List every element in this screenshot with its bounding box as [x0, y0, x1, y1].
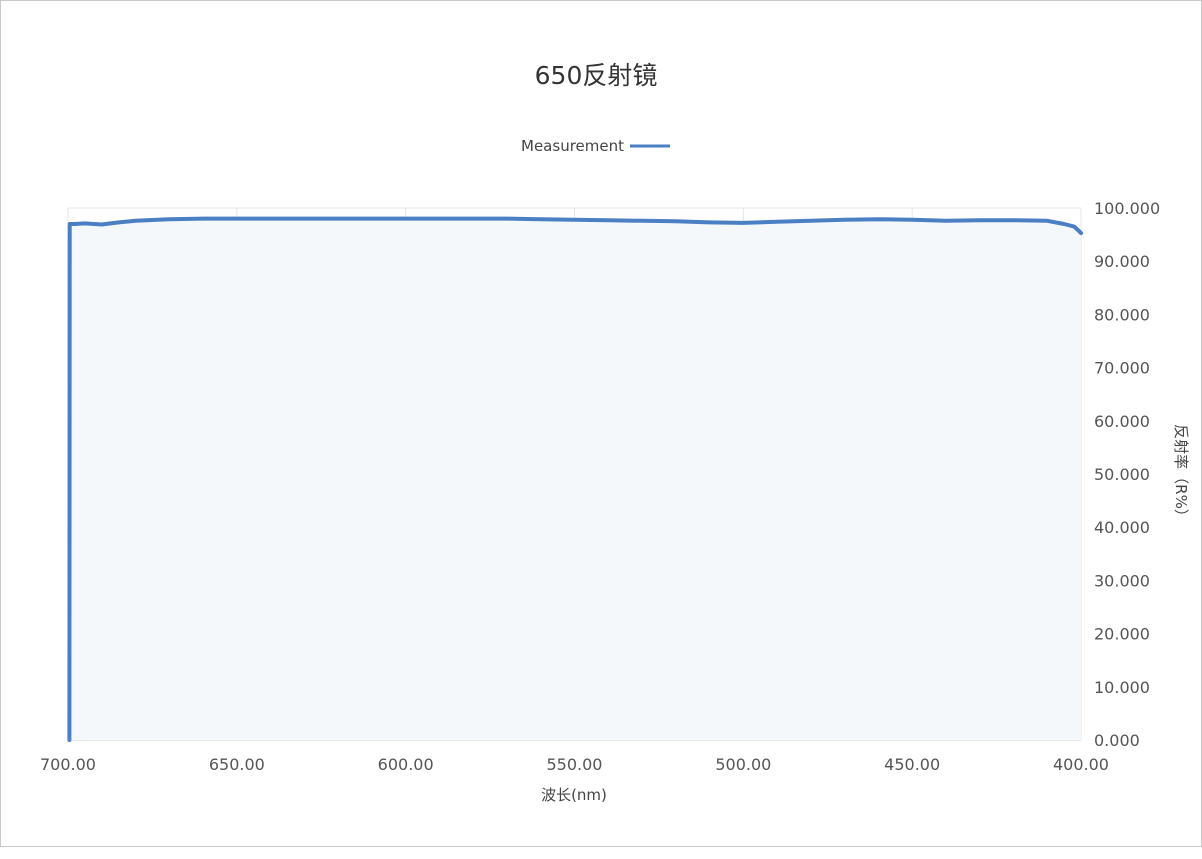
x-axis-label: 波长(nm) [541, 786, 607, 804]
x-tick-label: 600.00 [378, 755, 434, 774]
x-axis-ticks: 400.00 450.00 500.00 550.00 600.00 650.00 700.… [40, 755, 1109, 774]
y-tick-label: 0.000 [1094, 731, 1140, 750]
y-tick-label: 90.000 [1094, 252, 1150, 271]
x-tick-label: 550.00 [547, 755, 603, 774]
y-tick-label: 30.000 [1094, 571, 1150, 590]
y-tick-label: 50.000 [1094, 465, 1150, 484]
y-tick-label: 70.000 [1094, 359, 1150, 378]
x-tick-label: 500.00 [715, 755, 771, 774]
y-tick-label: 100.000 [1094, 199, 1160, 218]
reflectance-line-chart: 650反射镜 Measurement 400.00 450.00 500.00 550… [40, 61, 1190, 804]
y-axis-label: 反射率（R%） [1172, 424, 1190, 524]
y-tick-label: 20.000 [1094, 625, 1150, 644]
legend: Measurement [521, 137, 670, 155]
y-tick-label: 60.000 [1094, 412, 1150, 431]
y-tick-label: 80.000 [1094, 305, 1150, 324]
y-tick-label: 40.000 [1094, 518, 1150, 537]
measurement-area-fill [69, 218, 1081, 741]
chart-title: 650反射镜 [535, 61, 658, 90]
x-tick-label: 650.00 [209, 755, 265, 774]
y-tick-label: 10.000 [1094, 678, 1150, 697]
x-tick-label: 450.00 [884, 755, 940, 774]
x-tick-label: 400.00 [1053, 755, 1109, 774]
y-axis-ticks: 0.000 10.000 20.000 30.000 40.000 50.000 60.00… [1094, 199, 1160, 750]
x-tick-label: 700.00 [40, 755, 96, 774]
legend-label: Measurement [521, 137, 624, 155]
